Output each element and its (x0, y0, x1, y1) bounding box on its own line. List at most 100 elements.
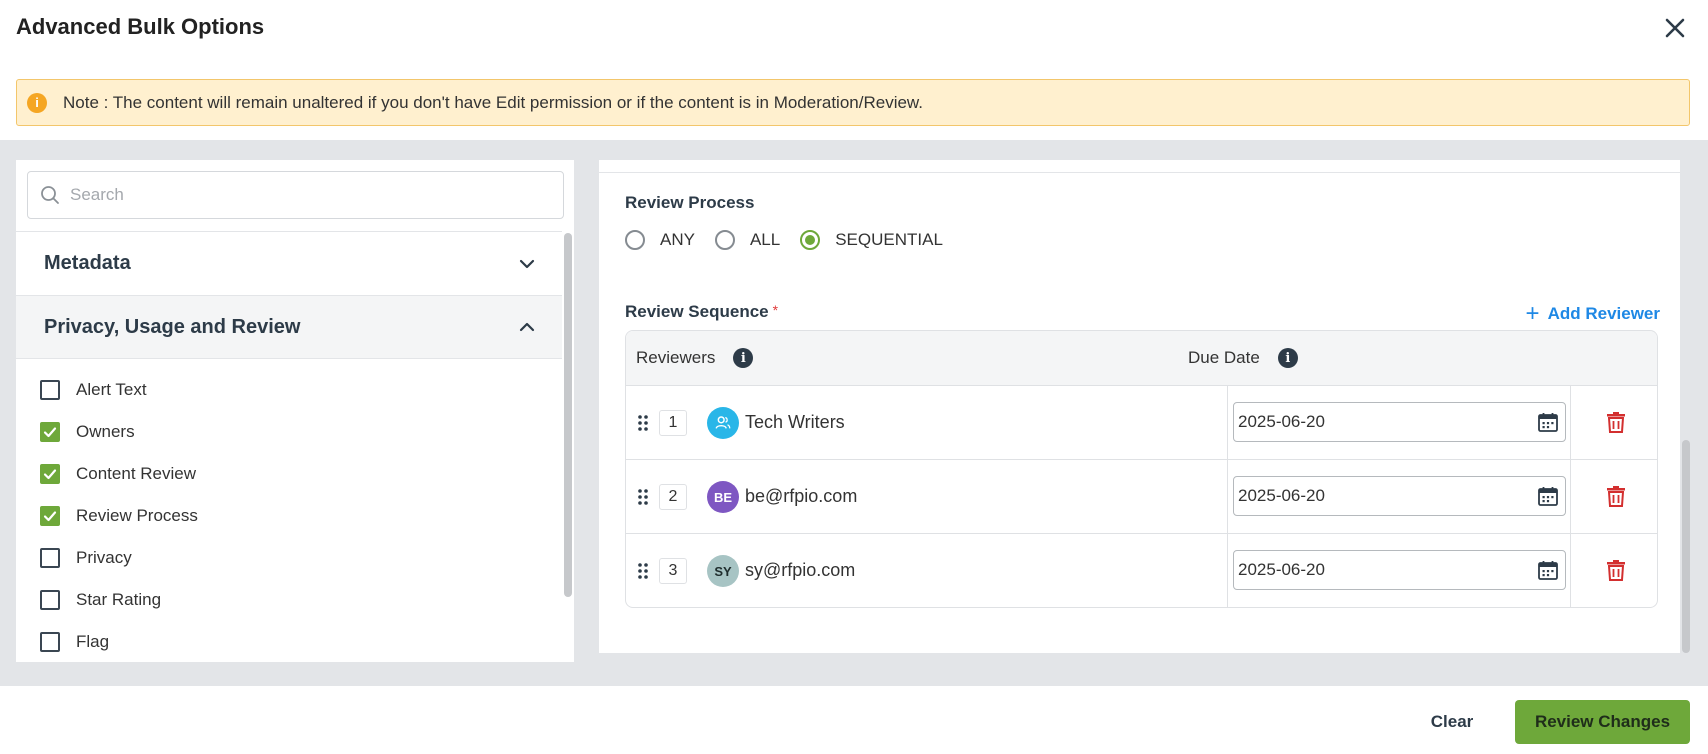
due-date-value: 2025-06-20 (1238, 486, 1325, 505)
clear-button[interactable]: Clear (1416, 700, 1488, 744)
dialog-header: Advanced Bulk Options (0, 0, 1708, 63)
divider (1570, 460, 1571, 533)
note-banner: i Note : The content will remain unalter… (16, 79, 1690, 126)
checkbox[interactable] (40, 632, 60, 652)
due-date-value: 2025-06-20 (1238, 412, 1325, 431)
radio-button[interactable] (714, 230, 735, 250)
section-privacy-usage-review[interactable]: Privacy, Usage and Review (16, 295, 562, 359)
review-sequence-title: Review Sequence (625, 302, 769, 321)
section-label: Privacy, Usage and Review (44, 315, 301, 338)
trash-icon[interactable] (1605, 484, 1627, 508)
order-number: 1 (659, 410, 687, 436)
option-label: Flag (76, 632, 110, 651)
divider (599, 172, 1680, 173)
checkbox[interactable] (40, 506, 60, 526)
radio-any[interactable]: ANY (625, 230, 695, 250)
close-icon (1665, 18, 1685, 38)
option-review-process[interactable]: Review Process (16, 495, 562, 537)
settings-scrollbar[interactable] (1680, 160, 1692, 653)
column-label: Due Date (1188, 348, 1260, 367)
reviewer-name: Tech Writers (745, 412, 845, 432)
column-reviewers: Reviewers i (636, 348, 754, 368)
due-date-input[interactable]: 2025-06-20 (1233, 550, 1566, 590)
review-process-radio-group: ANY ALL SEQUENTIAL (625, 230, 963, 250)
radio-label: ALL (749, 230, 781, 249)
option-content-review[interactable]: Content Review (16, 453, 562, 495)
divider (1227, 534, 1228, 607)
radio-label: ANY (660, 230, 695, 249)
divider (1227, 386, 1228, 459)
option-list: Alert Text Owners Content Review Review … (16, 359, 562, 662)
review-settings-panel: Review Process ANY ALL SEQUENTIAL Review… (599, 160, 1680, 653)
search-icon (41, 186, 59, 204)
checkbox[interactable] (40, 548, 60, 568)
table-row: 1 Tech Writers 2025-06-20 (626, 386, 1657, 460)
checkmark-icon (43, 427, 57, 438)
add-reviewer-label: Add Reviewer (1547, 304, 1660, 323)
calendar-icon[interactable] (1537, 559, 1559, 581)
drag-handle-icon[interactable] (637, 488, 649, 506)
option-label: Owners (76, 422, 135, 441)
option-label: Privacy (76, 548, 132, 567)
required-marker: * (772, 302, 779, 318)
group-icon (715, 416, 731, 429)
radio-sequential[interactable]: SEQUENTIAL (800, 230, 943, 250)
calendar-icon[interactable] (1537, 411, 1559, 433)
option-privacy[interactable]: Privacy (16, 537, 562, 579)
due-date-input[interactable]: 2025-06-20 (1233, 476, 1566, 516)
checkmark-icon (43, 511, 57, 522)
drag-handle-icon[interactable] (637, 562, 649, 580)
divider (1570, 534, 1571, 607)
radio-button[interactable] (625, 230, 645, 250)
info-icon[interactable]: i (733, 348, 754, 368)
table-row: 3 SY sy@rfpio.com 2025-06-20 (626, 534, 1657, 607)
divider (1227, 460, 1228, 533)
checkbox[interactable] (40, 422, 60, 442)
options-scrollbar[interactable] (562, 231, 574, 662)
option-label: Alert Text (76, 380, 147, 399)
checkbox[interactable] (40, 380, 60, 400)
radio-label: SEQUENTIAL (835, 230, 943, 249)
option-label: Star Rating (76, 590, 162, 609)
due-date-value: 2025-06-20 (1238, 560, 1325, 579)
due-date-input[interactable]: 2025-06-20 (1233, 402, 1566, 442)
section-label: Metadata (44, 252, 131, 274)
checkbox[interactable] (40, 464, 60, 484)
search-box[interactable] (27, 171, 564, 219)
chevron-up-icon (519, 322, 535, 332)
review-sequence-label: Review Sequence * (625, 302, 778, 322)
radio-button[interactable] (800, 230, 821, 250)
section-metadata[interactable]: Metadata (16, 231, 562, 295)
column-label: Reviewers (636, 348, 716, 367)
trash-icon[interactable] (1605, 410, 1627, 434)
note-text: Note : The content will remain unaltered… (63, 92, 923, 112)
avatar (707, 407, 739, 439)
scrollbar-thumb[interactable] (564, 233, 572, 597)
trash-icon[interactable] (1605, 558, 1627, 582)
scrollbar-thumb[interactable] (1682, 440, 1690, 653)
option-flag[interactable]: Flag (16, 621, 562, 662)
table-header: Reviewers i Due Date i (626, 331, 1657, 386)
plus-icon: + (1525, 300, 1540, 327)
dialog-footer: Clear Review Changes (0, 686, 1708, 754)
option-alert-text[interactable]: Alert Text (16, 369, 562, 411)
option-owners[interactable]: Owners (16, 411, 562, 453)
checkbox[interactable] (40, 590, 60, 610)
option-star-rating[interactable]: Star Rating (16, 579, 562, 621)
search-input[interactable] (70, 185, 540, 205)
info-icon: i (27, 92, 47, 113)
table-row: 2 BE be@rfpio.com 2025-06-20 (626, 460, 1657, 534)
info-icon[interactable]: i (1277, 348, 1298, 368)
options-accordion: Metadata Privacy, Usage and Review Alert… (16, 231, 562, 662)
order-number: 2 (659, 484, 687, 510)
close-button[interactable] (1662, 15, 1688, 41)
add-reviewer-button[interactable]: + Add Reviewer (1526, 302, 1660, 326)
divider (1570, 386, 1571, 459)
radio-all[interactable]: ALL (714, 230, 781, 250)
avatar: SY (707, 555, 739, 587)
drag-handle-icon[interactable] (637, 414, 649, 432)
dialog-body: Metadata Privacy, Usage and Review Alert… (0, 140, 1708, 686)
calendar-icon[interactable] (1537, 485, 1559, 507)
dialog-title: Advanced Bulk Options (16, 14, 265, 39)
review-changes-button[interactable]: Review Changes (1515, 700, 1690, 744)
